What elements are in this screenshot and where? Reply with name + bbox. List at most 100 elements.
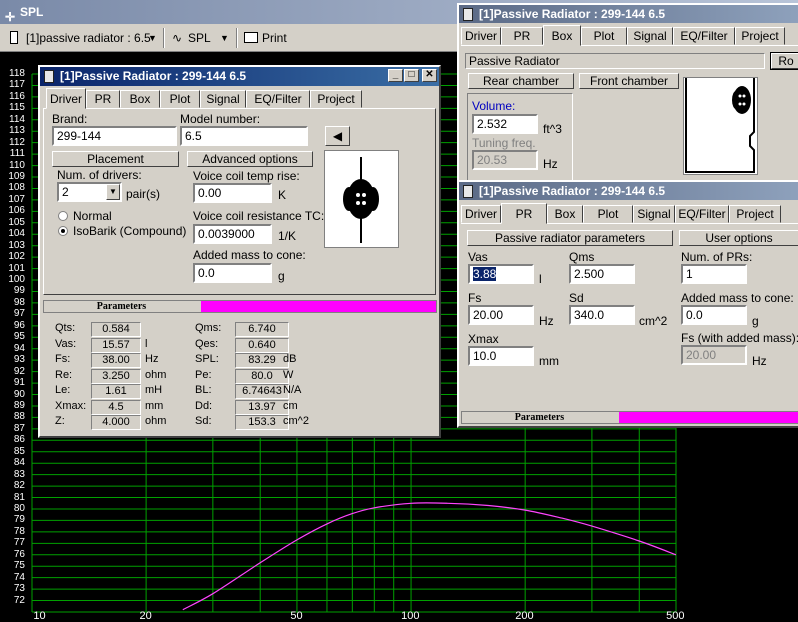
x-tick-label: 500: [666, 610, 685, 622]
param-label: Qes:: [195, 337, 219, 350]
driver-params-panel: Qts: 0.584 Vas: 15.57 l Fs: 38.00 Hz Re: 3.250 ohm…: [43, 317, 437, 432]
tab-project[interactable]: Project: [735, 27, 785, 45]
tab-box[interactable]: Box: [543, 25, 581, 46]
tab-signal[interactable]: Signal: [633, 205, 675, 223]
pr-added-mass-field[interactable]: 0.0: [681, 305, 747, 325]
tab-plot[interactable]: Plot: [160, 90, 200, 108]
user-options-button[interactable]: User options: [679, 230, 798, 246]
fs-field[interactable]: 20.00: [468, 305, 534, 325]
tab-pr[interactable]: PR: [86, 90, 120, 108]
tab-project[interactable]: Project: [729, 205, 781, 223]
project-select[interactable]: [1]passive radiator : 6.5 ▼: [8, 29, 158, 47]
param-unit: ohm: [145, 415, 167, 427]
radio-isobarik[interactable]: IsoBarik (Compound): [58, 224, 186, 238]
tab-plot[interactable]: Plot: [581, 27, 627, 45]
model-field[interactable]: 6.5: [180, 126, 308, 146]
view-select[interactable]: ∿ SPL ▼: [170, 29, 232, 47]
param-label: BL:: [195, 384, 212, 396]
tab-pr[interactable]: PR: [501, 27, 543, 45]
y-tick-label: 101: [8, 262, 25, 274]
xmax-label: Xmax: [468, 332, 499, 346]
tab-box[interactable]: Box: [547, 205, 583, 223]
tab-eq-filter[interactable]: EQ/Filter: [246, 90, 310, 108]
tab-project[interactable]: Project: [310, 90, 362, 108]
y-tick-label: 88: [13, 411, 25, 423]
front-chamber-button[interactable]: Front chamber: [579, 73, 679, 89]
y-tick-label: 106: [8, 205, 25, 217]
volume-field[interactable]: 2.532: [472, 114, 538, 134]
tab-driver[interactable]: Driver: [461, 205, 501, 223]
speaker-icon: ◀: [332, 129, 343, 143]
param-label: Fs:: [55, 353, 71, 365]
radio-normal-circle: [58, 211, 68, 221]
brand-field[interactable]: 299-144: [52, 126, 177, 146]
chevron-down-icon: ▼: [106, 184, 120, 200]
radio-isobarik-label: IsoBarik (Compound): [73, 224, 187, 238]
volume-unit: ft^3: [543, 122, 562, 136]
radio-normal[interactable]: Normal: [58, 209, 112, 223]
y-tick-label: 74: [13, 571, 25, 583]
close-button[interactable]: ✕: [422, 69, 437, 82]
toolbar-divider: [163, 28, 165, 48]
param-value: 153.3: [235, 415, 289, 430]
tab-plot[interactable]: Plot: [583, 205, 633, 223]
tab-signal[interactable]: Signal: [200, 90, 246, 108]
parameters-progress: [201, 301, 436, 312]
wave-icon: ∿: [172, 31, 183, 45]
y-tick-label: 105: [8, 216, 25, 228]
vas-value: 3.88: [473, 267, 497, 281]
side-button[interactable]: Ro: [770, 52, 798, 70]
param-label: Qms:: [195, 322, 222, 334]
param-label: Vas:: [55, 337, 77, 350]
placement-button[interactable]: Placement: [52, 151, 179, 167]
sd-field[interactable]: 340.0: [569, 305, 635, 325]
vas-label: Vas: [468, 250, 488, 264]
print-button[interactable]: Print: [242, 29, 292, 47]
box-type-field[interactable]: Passive Radiator: [465, 53, 765, 69]
y-tick-label: 80: [13, 502, 25, 514]
param-unit: cm^2: [283, 415, 309, 427]
y-tick-label: 83: [13, 468, 25, 480]
y-tick-label: 76: [13, 548, 25, 560]
tab-driver[interactable]: Driver: [46, 88, 86, 109]
y-tick-label: 113: [9, 125, 25, 137]
y-tick-label: 94: [13, 342, 25, 354]
pr-params-button[interactable]: Passive radiator parameters: [467, 230, 673, 246]
tab-eq-filter[interactable]: EQ/Filter: [673, 27, 735, 45]
param-value: 38.00: [91, 353, 141, 368]
added-mass-field[interactable]: 0.0: [193, 263, 272, 283]
param-unit: mm: [145, 399, 164, 412]
x-tick-label: 10: [33, 610, 46, 622]
rear-chamber-button[interactable]: Rear chamber: [468, 73, 574, 89]
pr-window-title: [1]Passive Radiator : 299-144 6.5: [479, 184, 666, 198]
num-pr-label: Num. of PRs:: [681, 250, 753, 264]
y-tick-label: 91: [13, 377, 25, 389]
tab-box[interactable]: Box: [120, 90, 160, 108]
vas-field[interactable]: 3.88: [468, 264, 534, 284]
y-tick-label: 73: [13, 583, 25, 595]
tuning-field: 20.53: [472, 150, 538, 170]
tab-driver[interactable]: Driver: [461, 27, 501, 45]
tab-pr[interactable]: PR: [501, 203, 547, 224]
tab-eq-filter[interactable]: EQ/Filter: [675, 205, 729, 223]
box-window: [1]Passive Radiator : 299-144 6.5 Driver…: [457, 3, 798, 188]
brand-label: Brand:: [52, 112, 88, 126]
vc-temp-field[interactable]: 0.00: [193, 183, 272, 203]
xmax-field[interactable]: 10.0: [468, 346, 534, 366]
fs-added-unit: Hz: [752, 354, 767, 368]
project-icon: [10, 31, 18, 44]
qms-field[interactable]: 2.500: [569, 264, 635, 284]
num-pr-field[interactable]: 1: [681, 264, 747, 284]
speaker-button[interactable]: ◀: [325, 126, 350, 146]
maximize-button[interactable]: □: [404, 69, 419, 82]
vc-tc-unit: 1/K: [278, 229, 297, 243]
advanced-options-button[interactable]: Advanced options: [187, 151, 313, 167]
volume-label: Volume:: [472, 99, 516, 113]
tab-signal[interactable]: Signal: [627, 27, 673, 45]
vc-tc-field[interactable]: 0.0039000: [193, 224, 272, 244]
minimize-button[interactable]: _: [388, 69, 403, 82]
param-label: Z:: [55, 415, 65, 427]
y-tick-label: 99: [13, 285, 25, 297]
fs-label: Fs: [468, 291, 482, 305]
num-drivers-select[interactable]: 2 ▼: [57, 182, 122, 202]
